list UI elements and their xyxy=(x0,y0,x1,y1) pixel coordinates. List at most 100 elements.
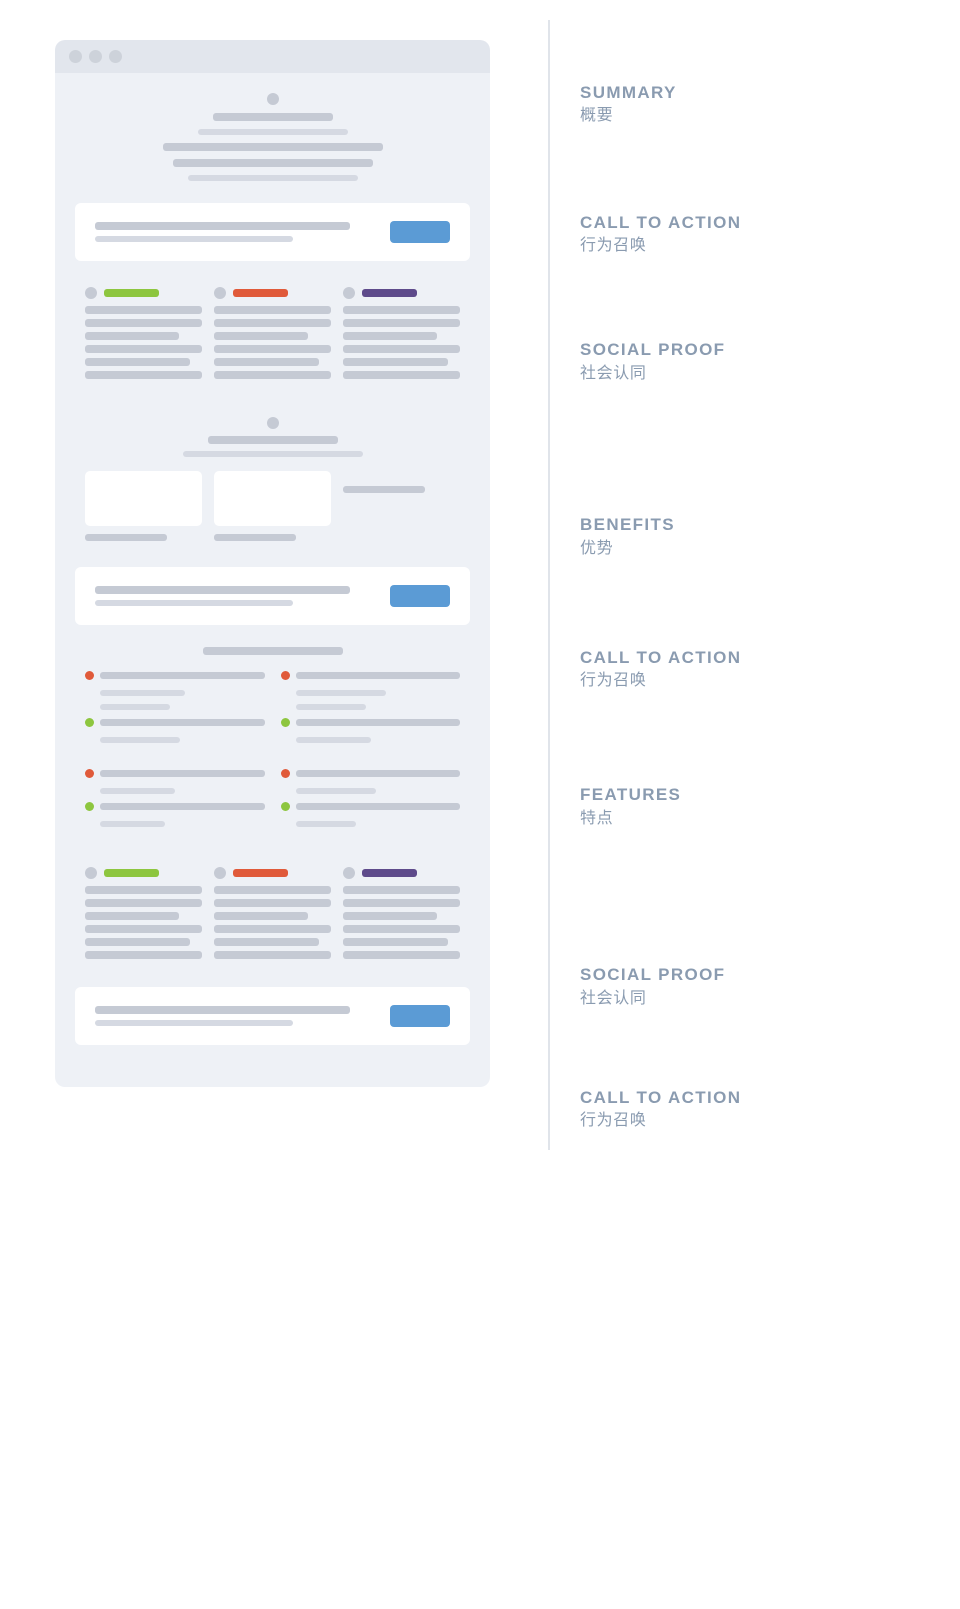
summary-avatar xyxy=(267,93,279,105)
sp-line2 xyxy=(85,319,202,327)
cta-line1 xyxy=(95,222,350,230)
sp2c1-line6 xyxy=(85,951,202,959)
sp2-avatar-3 xyxy=(343,867,355,879)
feature-item-2-3 xyxy=(281,769,461,778)
sp-cards-1 xyxy=(85,287,460,379)
cta2-line1 xyxy=(95,586,350,594)
benefit-label-3b xyxy=(343,486,425,493)
vertical-line xyxy=(548,20,550,1150)
feature-sub-1-2 xyxy=(100,704,170,710)
sp2-lines-2 xyxy=(214,886,331,959)
browser-dot-1 xyxy=(69,50,82,63)
sp-card2-2 xyxy=(214,867,331,959)
feature-item-1-3 xyxy=(85,769,265,778)
sp2-line2 xyxy=(214,319,331,327)
cta-button-3[interactable] xyxy=(390,1005,450,1027)
feature-line-2-2 xyxy=(296,719,461,726)
feature-line-2-1 xyxy=(296,672,461,679)
sp3-line5 xyxy=(343,358,448,366)
sp-card-header-1 xyxy=(85,287,202,299)
label-cta2-zh: 行为召唤 xyxy=(580,669,960,693)
label-sp1-en: SOCIAL PROOF xyxy=(580,339,960,361)
summary-line2 xyxy=(173,159,373,167)
cta-box-2 xyxy=(75,567,470,625)
browser-dot-2 xyxy=(89,50,102,63)
benefit-img-1 xyxy=(85,471,202,526)
benefit-label-1 xyxy=(85,534,167,541)
label-cta1-zh: 行为召唤 xyxy=(580,234,960,258)
cta-line2 xyxy=(95,236,293,242)
features-header xyxy=(85,647,460,655)
benefits-header xyxy=(85,417,460,457)
feature-line-1-3 xyxy=(100,770,265,777)
feature-sub-1-4 xyxy=(100,788,175,794)
sp2c3-line4 xyxy=(343,925,460,933)
benefit-card-2 xyxy=(214,471,331,541)
label-sp2-zh: 社会认同 xyxy=(580,987,960,1011)
sp3-line1 xyxy=(343,306,460,314)
sp2-line5 xyxy=(214,358,319,366)
features-cols xyxy=(85,671,460,827)
features-title xyxy=(203,647,343,655)
sp2c3-line1 xyxy=(343,886,460,894)
sp-line1 xyxy=(85,306,202,314)
sp2-avatar-2 xyxy=(214,867,226,879)
browser-window xyxy=(55,40,490,1087)
feature-sub-2-3 xyxy=(296,737,371,743)
sp-lines-3 xyxy=(343,306,460,379)
sp2-name-3 xyxy=(362,869,417,877)
cta-button-2[interactable] xyxy=(390,585,450,607)
feature-sub-1-1 xyxy=(100,690,185,696)
feature-item-2-1 xyxy=(281,671,461,680)
page-container: SUMMARY 概要 CALL TO ACTION 行为召唤 SOCIAL PR… xyxy=(0,0,960,1170)
section-features xyxy=(75,637,470,841)
sp2c1-line2 xyxy=(85,899,202,907)
benefits-title xyxy=(208,436,338,444)
feature-dot-1-2 xyxy=(85,718,94,727)
label-sp2: SOCIAL PROOF 社会认同 xyxy=(530,905,960,1070)
sp-card2-1 xyxy=(85,867,202,959)
sp2c1-line4 xyxy=(85,925,202,933)
cta-button-1[interactable] xyxy=(390,221,450,243)
feature-sub-1-3 xyxy=(100,737,180,743)
label-features-zh: 特点 xyxy=(580,807,960,831)
sp-lines-1 xyxy=(85,306,202,379)
benefits-cards xyxy=(85,471,460,541)
sp2c2-line5 xyxy=(214,938,319,946)
sp3-line3 xyxy=(343,332,437,340)
sp-card-3 xyxy=(343,287,460,379)
sp2-line6 xyxy=(214,371,331,379)
sp2c2-line3 xyxy=(214,912,308,920)
feature-item-1-1 xyxy=(85,671,265,680)
label-cta2: CALL TO ACTION 行为召唤 xyxy=(530,630,960,710)
cta3-line1 xyxy=(95,1006,350,1014)
summary-subtitle xyxy=(198,129,348,135)
sp2c1-line1 xyxy=(85,886,202,894)
sp2-line4 xyxy=(214,345,331,353)
sp3-line4 xyxy=(343,345,460,353)
sp-line6 xyxy=(85,371,202,379)
feature-line-2-3 xyxy=(296,770,461,777)
sp2c2-line4 xyxy=(214,925,331,933)
sp3-line2 xyxy=(343,319,460,327)
feature-dot-2-1 xyxy=(281,671,290,680)
label-sp1: SOCIAL PROOF 社会认同 xyxy=(530,280,960,445)
browser-column xyxy=(0,20,520,1150)
sp2c1-line5 xyxy=(85,938,190,946)
sp-card2-3 xyxy=(343,867,460,959)
section-social-proof-2 xyxy=(75,853,470,973)
label-summary-zh: 概要 xyxy=(580,104,960,128)
label-cta1: CALL TO ACTION 行为召唤 xyxy=(530,190,960,280)
sp3-line6 xyxy=(343,371,460,379)
sp-line5 xyxy=(85,358,190,366)
feature-item-2-4 xyxy=(281,802,461,811)
section-cta-1 xyxy=(75,203,470,261)
sp-card2-header-1 xyxy=(85,867,202,879)
sp-name-2 xyxy=(233,289,288,297)
feature-item-2-2 xyxy=(281,718,461,727)
sp2-line3 xyxy=(214,332,308,340)
feature-line-1-1 xyxy=(100,672,265,679)
label-cta2-en: CALL TO ACTION xyxy=(580,647,960,669)
benefits-avatar xyxy=(267,417,279,429)
sp2-name-1 xyxy=(104,869,159,877)
